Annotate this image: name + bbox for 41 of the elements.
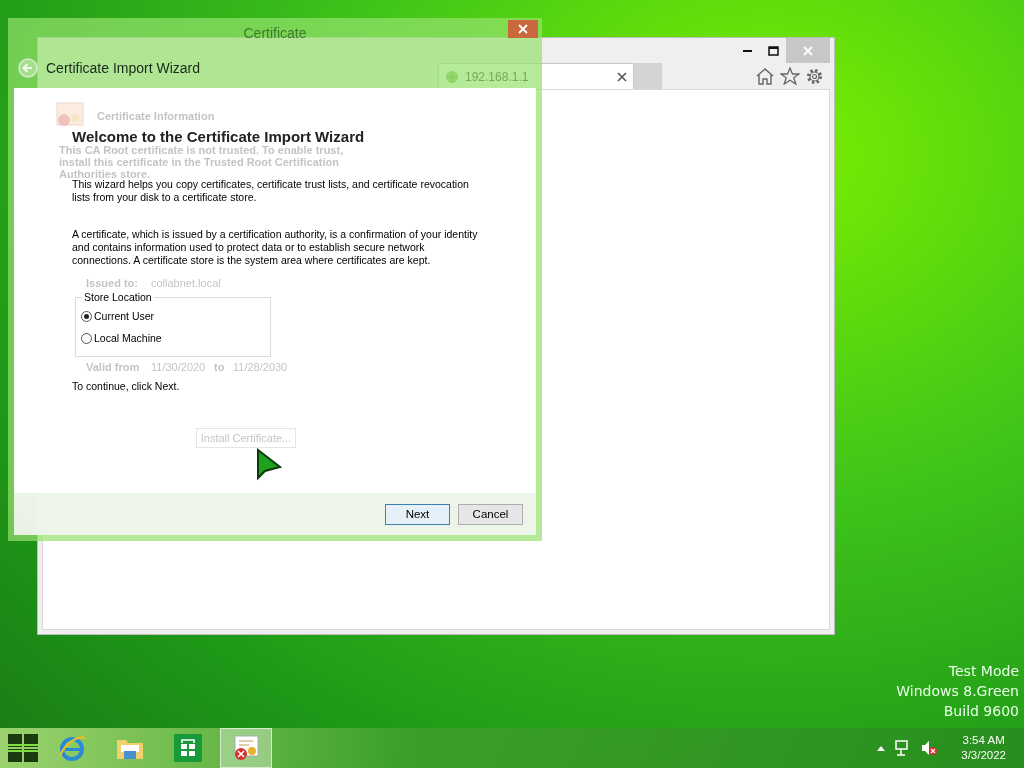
close-icon	[803, 45, 813, 56]
cursor-icon	[256, 448, 282, 482]
field-value: 11/30/2020	[151, 361, 206, 373]
description-text: A certificate, which is issued by a certification authority, is a confirmation of your identity and contains information used to protect data or to establish secure network connections. A certificate store is the system area where certificates are kept.	[72, 228, 479, 267]
wizard-heading: Welcome to the Certificate Import Wizard	[72, 128, 366, 145]
desktop-text: Windows 8.Green	[896, 683, 1019, 699]
radio-option[interactable]: Local Machine	[81, 327, 162, 349]
windows-logo-icon	[7, 733, 39, 763]
star-icon[interactable]	[780, 66, 800, 85]
field-value: collabnet.local	[151, 277, 221, 289]
field-label: Issued to:	[86, 277, 138, 289]
field-label: to	[214, 361, 225, 373]
field-label: Valid from	[86, 361, 140, 373]
clock[interactable]: 3:54 AM 3/3/2022	[961, 733, 1006, 763]
taskbar-app[interactable]	[220, 728, 272, 768]
instruction-text: To continue, click Next.	[72, 380, 181, 392]
show-hidden-icons-icon[interactable]	[877, 745, 886, 751]
dialog-button[interactable]: Cancel	[458, 503, 523, 525]
group-label: Store Location	[83, 291, 153, 303]
maximize-icon	[767, 45, 779, 56]
certificate-icon	[231, 733, 261, 763]
wizard-title: Certificate Import Wizard	[46, 60, 201, 76]
close-icon	[518, 24, 528, 34]
minimize-icon	[742, 49, 752, 52]
close-button[interactable]	[508, 20, 538, 38]
window-title: Certificate	[243, 25, 307, 41]
section-title: Certificate Information	[97, 110, 215, 122]
home-icon[interactable]	[755, 66, 775, 85]
radio-button[interactable]	[81, 310, 92, 322]
settings-icon[interactable]	[805, 66, 824, 86]
desktop-text: Build 9600	[943, 703, 1019, 719]
warning-text: This CA Root certificate is not trusted. To enable trust, install this certificate in the Trusted Root Certification Authorities store.	[59, 144, 345, 180]
close-tab-icon[interactable]	[617, 71, 627, 82]
field-value: 11/28/2030	[233, 361, 288, 373]
radio-button[interactable]	[81, 332, 92, 344]
description-text: This wizard helps you copy certificates, certificate trust lists, and certificate revocation lists from your disk to a certificate store.	[72, 178, 470, 204]
store-icon	[173, 733, 203, 763]
desktop-text: Test Mode	[948, 663, 1019, 679]
radio-option[interactable]: Current User	[81, 305, 155, 327]
volume-muted-icon[interactable]	[921, 740, 938, 756]
dialog-button[interactable]: Next	[385, 503, 450, 525]
